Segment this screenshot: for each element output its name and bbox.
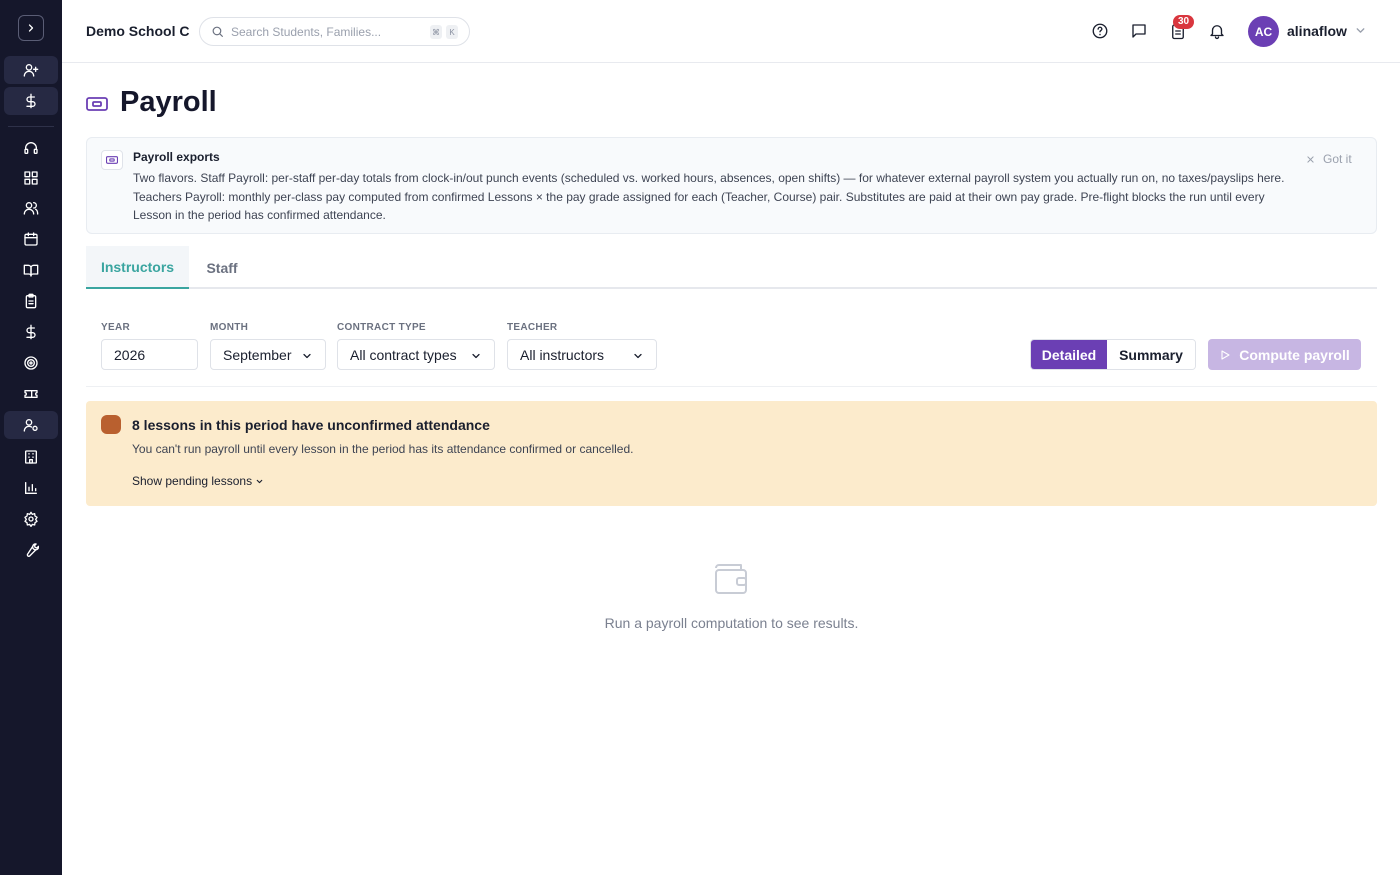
kbd-cmd: ⌘ xyxy=(430,25,442,39)
detailed-toggle[interactable]: Detailed xyxy=(1031,340,1107,369)
wrench-icon xyxy=(26,543,39,557)
sidebar-item-calendar[interactable] xyxy=(4,225,58,253)
clipboard-icon xyxy=(25,293,37,309)
help-circle-icon xyxy=(1092,23,1108,39)
sidebar-item-settings[interactable] xyxy=(4,505,58,533)
search-box[interactable]: ⌘ K xyxy=(199,17,470,46)
bar-chart-icon xyxy=(25,482,37,494)
user-cog-icon xyxy=(23,419,38,432)
username[interactable]: alinaflow xyxy=(1287,23,1347,39)
top-header: Demo School C ⌘ K 30 AC alinaflow xyxy=(62,0,1400,63)
bell-icon xyxy=(1210,25,1224,40)
contract-type-select[interactable]: All contract types xyxy=(337,339,495,370)
sidebar-item-dashboard[interactable] xyxy=(4,164,58,192)
chevron-down-icon xyxy=(634,353,642,359)
empty-state-message: Run a payroll computation to see results… xyxy=(604,615,859,631)
month-label: MONTH xyxy=(210,322,249,333)
month-select[interactable]: September xyxy=(210,339,326,370)
chevron-down-icon xyxy=(472,353,480,359)
close-icon xyxy=(1307,155,1314,163)
tab-instructors[interactable]: Instructors xyxy=(86,246,189,289)
headset-icon xyxy=(24,142,38,154)
view-toggle: Detailed Summary xyxy=(1030,339,1196,370)
chevron-right-icon xyxy=(28,24,34,32)
dollar-icon xyxy=(26,324,36,340)
sidebar xyxy=(0,0,62,875)
contract-type-label: CONTRACT TYPE xyxy=(337,322,426,333)
show-pending-lessons-link[interactable]: Show pending lessons xyxy=(132,474,264,488)
chevron-down-icon[interactable] xyxy=(1354,24,1367,37)
payroll-filters: YEAR 2026 MONTH September CONTRACT TYPE … xyxy=(86,305,1377,387)
school-name[interactable]: Demo School C xyxy=(86,23,189,39)
page-title: Payroll xyxy=(120,86,217,118)
sidebar-item-buildings[interactable] xyxy=(4,443,58,471)
year-label: YEAR xyxy=(101,322,130,333)
teacher-value: All instructors xyxy=(520,346,605,363)
book-open-icon xyxy=(23,264,39,277)
info-banknote-icon xyxy=(101,150,123,170)
wallet-icon xyxy=(715,564,747,594)
dismiss-label: Got it xyxy=(1323,152,1352,166)
kbd-key: K xyxy=(446,25,458,39)
sidebar-item-goals[interactable] xyxy=(4,349,58,377)
teacher-label: TEACHER xyxy=(507,322,558,333)
compute-payroll-button[interactable]: Compute payroll xyxy=(1208,339,1361,370)
summary-toggle[interactable]: Summary xyxy=(1107,340,1195,369)
help-button[interactable] xyxy=(1090,21,1110,41)
dollar-icon xyxy=(26,93,36,109)
search-input[interactable] xyxy=(231,24,421,39)
chevron-down-icon xyxy=(256,479,263,483)
search-icon xyxy=(212,26,223,37)
message-square-icon xyxy=(1132,24,1146,38)
sidebar-item-add-user[interactable] xyxy=(4,56,58,84)
info-title: Payroll exports xyxy=(133,150,220,164)
users-icon xyxy=(23,202,39,215)
sidebar-item-tasks[interactable] xyxy=(4,287,58,315)
compute-label: Compute payroll xyxy=(1239,346,1350,363)
month-value: September xyxy=(223,346,292,363)
sidebar-item-tickets[interactable] xyxy=(4,380,58,408)
teacher-select[interactable]: All instructors xyxy=(507,339,657,370)
payroll-info-panel: Payroll exports Two flavors. Staff Payro… xyxy=(86,137,1377,234)
grid-icon xyxy=(24,171,38,185)
tab-staff[interactable]: Staff xyxy=(189,246,255,289)
warning-icon xyxy=(101,415,121,434)
notifications-button[interactable] xyxy=(1207,21,1227,41)
sidebar-item-reports[interactable] xyxy=(4,474,58,502)
building-icon xyxy=(25,450,37,464)
ticket-icon xyxy=(24,390,38,398)
year-input[interactable]: 2026 xyxy=(101,339,198,370)
chevron-down-icon xyxy=(303,353,311,359)
messages-button[interactable] xyxy=(1129,21,1149,41)
show-pending-label: Show pending lessons xyxy=(132,474,253,488)
sidebar-item-courses[interactable] xyxy=(4,256,58,284)
user-plus-icon xyxy=(23,63,39,77)
payroll-tabs: Instructors Staff xyxy=(86,246,1377,289)
unconfirmed-attendance-alert: 8 lessons in this period have unconfirme… xyxy=(86,401,1377,506)
sidebar-item-people[interactable] xyxy=(4,194,58,222)
avatar[interactable]: AC xyxy=(1248,16,1279,47)
notification-badge: 30 xyxy=(1173,15,1195,29)
play-icon xyxy=(1221,349,1230,360)
sidebar-item-billing[interactable] xyxy=(4,87,58,115)
banknote-icon xyxy=(86,97,108,111)
sidebar-divider xyxy=(8,126,54,127)
info-body: Two flavors. Staff Payroll: per-staff pe… xyxy=(133,171,1285,222)
warning-body: You can't run payroll until every lesson… xyxy=(132,442,634,456)
contract-type-value: All contract types xyxy=(350,346,457,363)
sidebar-item-payments[interactable] xyxy=(4,318,58,346)
target-icon xyxy=(24,356,38,370)
sidebar-item-support[interactable] xyxy=(4,134,58,162)
dismiss-info-button[interactable]: Got it xyxy=(1306,152,1352,166)
gear-icon xyxy=(24,511,38,527)
sidebar-item-tools[interactable] xyxy=(4,536,58,564)
sidebar-expand-button[interactable] xyxy=(18,15,44,41)
sidebar-item-payroll[interactable] xyxy=(4,411,58,439)
warning-title: 8 lessons in this period have unconfirme… xyxy=(132,417,490,433)
calendar-icon xyxy=(24,232,38,246)
